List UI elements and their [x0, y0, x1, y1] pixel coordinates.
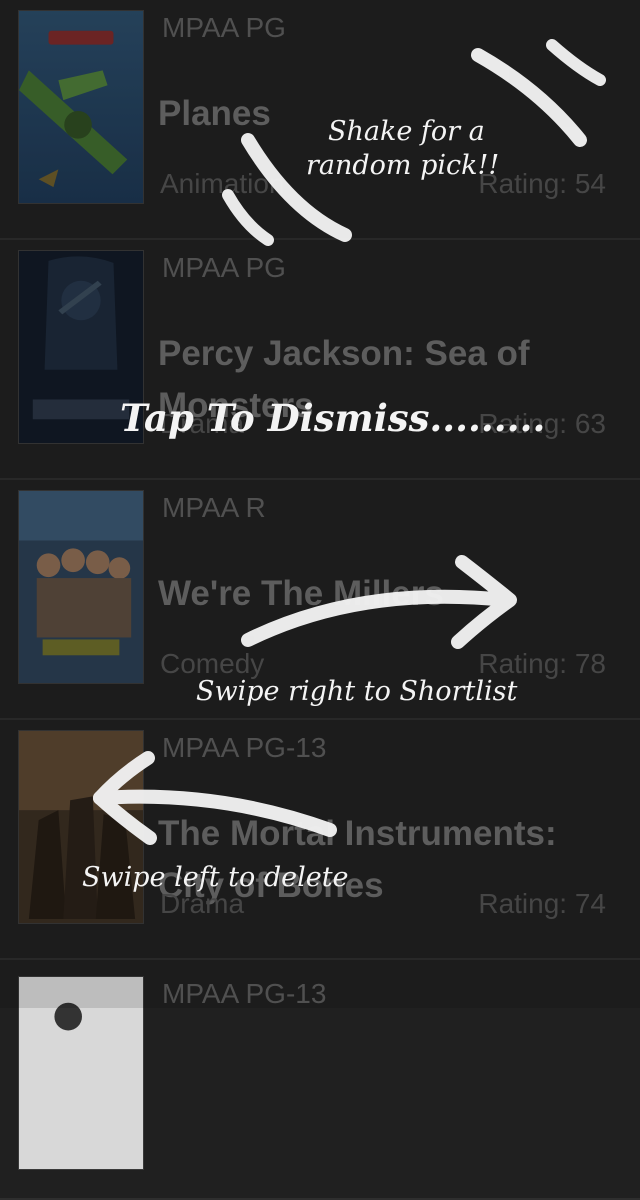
tap-to-dismiss[interactable]: Tap To Dismiss.........	[120, 396, 545, 440]
swipe-right-hint: Swipe right to Shortlist	[196, 676, 518, 707]
shake-hint-line2: random pick!!	[306, 150, 500, 181]
shake-hint-line1: Shake for a	[328, 116, 485, 147]
swipe-left-hint: Swipe left to delete	[82, 862, 349, 893]
